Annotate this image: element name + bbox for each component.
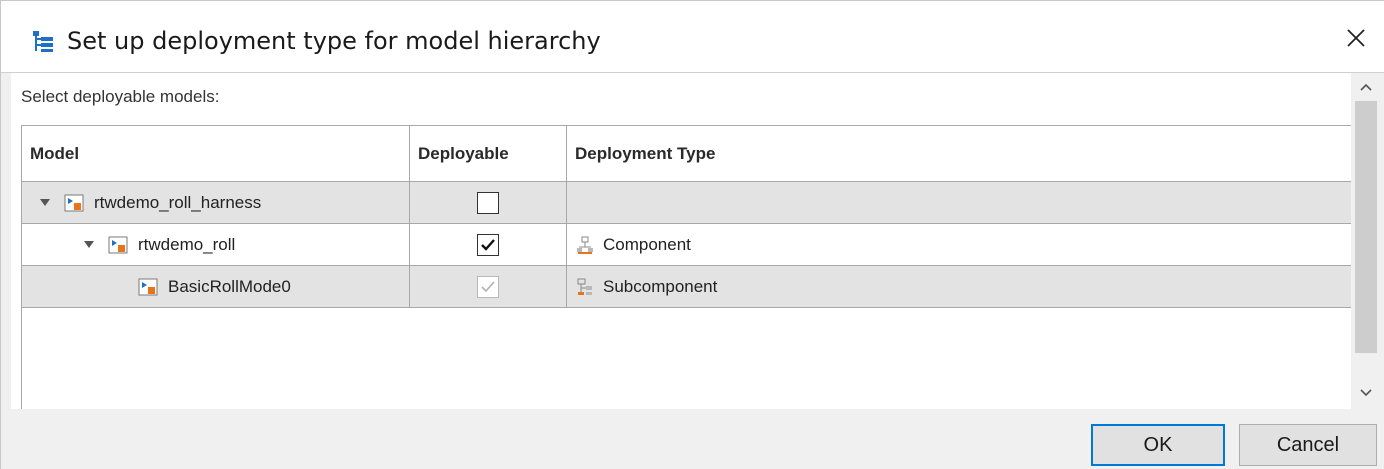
model-cell: rtwdemo_roll_harness bbox=[22, 182, 410, 223]
column-header-deployment-type[interactable]: Deployment Type bbox=[567, 126, 1351, 182]
deployment-type-cell[interactable]: Subcomponent bbox=[567, 266, 1351, 307]
column-header-model[interactable]: Model bbox=[22, 126, 410, 182]
title-bar: Set up deployment type for model hierarc… bbox=[1, 1, 1384, 73]
model-icon bbox=[108, 235, 128, 255]
deployment-type-cell[interactable]: Component bbox=[567, 224, 1351, 265]
model-name: BasicRollMode0 bbox=[168, 276, 291, 296]
expand-arrow-icon[interactable] bbox=[38, 196, 52, 210]
table-header: Model Deployable Deployment Type bbox=[22, 126, 1351, 182]
close-icon bbox=[1346, 28, 1366, 53]
model-hierarchy-icon bbox=[31, 29, 55, 53]
component-icon bbox=[575, 235, 595, 255]
dialog-content: Select deployable models: Model Deployab… bbox=[11, 73, 1351, 409]
deployable-checkbox[interactable] bbox=[477, 233, 499, 256]
model-cell: rtwdemo_roll bbox=[22, 224, 410, 265]
close-button[interactable] bbox=[1331, 17, 1381, 63]
scroll-down-button[interactable] bbox=[1351, 379, 1381, 407]
chevron-up-icon bbox=[1360, 78, 1372, 96]
chevron-down-icon bbox=[1360, 384, 1372, 402]
model-name: rtwdemo_roll_harness bbox=[94, 192, 262, 212]
expand-arrow-icon[interactable] bbox=[82, 238, 96, 252]
deployable-cell bbox=[410, 266, 567, 307]
scroll-up-button[interactable] bbox=[1351, 73, 1381, 101]
deployable-cell bbox=[410, 224, 567, 265]
deployment-type-label: Component bbox=[603, 234, 691, 254]
scroll-thumb[interactable] bbox=[1355, 101, 1377, 353]
table-row[interactable]: rtwdemo_roll_harness bbox=[22, 182, 1351, 224]
table-row[interactable]: BasicRollMode0 Subcomponent bbox=[22, 266, 1351, 308]
deployable-checkbox[interactable] bbox=[477, 191, 499, 214]
checkmark-icon bbox=[481, 238, 495, 251]
cancel-button[interactable]: Cancel bbox=[1239, 424, 1377, 466]
model-tree-table: Model Deployable Deployment Type rtwdemo… bbox=[21, 125, 1351, 409]
deployable-checkbox bbox=[477, 275, 499, 298]
ok-button[interactable]: OK bbox=[1091, 424, 1225, 466]
column-header-deployable[interactable]: Deployable bbox=[410, 126, 567, 182]
deployment-type-dialog: Set up deployment type for model hierarc… bbox=[0, 0, 1384, 469]
deployment-type-cell[interactable] bbox=[567, 182, 1351, 223]
model-name: rtwdemo_roll bbox=[138, 234, 236, 254]
model-icon bbox=[64, 193, 84, 213]
deployment-type-label: Subcomponent bbox=[603, 276, 718, 296]
table-row[interactable]: rtwdemo_roll Component bbox=[22, 224, 1351, 266]
checkmark-icon bbox=[481, 280, 495, 292]
vertical-scrollbar[interactable] bbox=[1351, 73, 1381, 409]
model-cell: BasicRollMode0 bbox=[22, 266, 410, 307]
subcomponent-icon bbox=[575, 277, 595, 297]
prompt-label: Select deployable models: bbox=[21, 87, 220, 106]
model-icon bbox=[138, 277, 158, 297]
deployable-cell bbox=[410, 182, 567, 223]
dialog-title: Set up deployment type for model hierarc… bbox=[67, 27, 601, 55]
